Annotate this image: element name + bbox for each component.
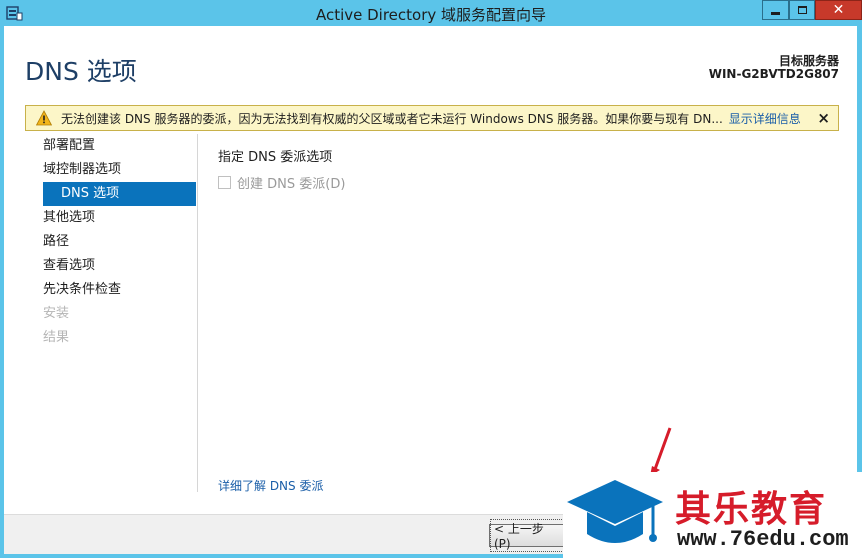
watermark-brand: 其乐教育 xyxy=(675,489,828,530)
nav-item-additional-options[interactable]: 其他选项 xyxy=(43,206,196,230)
show-details-link[interactable]: 显示详细信息 xyxy=(729,110,801,127)
watermark-arrow-icon xyxy=(650,427,672,476)
title-bar: Active Directory 域服务配置向导 ✕ xyxy=(0,0,862,26)
learn-dns-delegation-link[interactable]: 详细了解 DNS 委派 xyxy=(218,477,323,494)
nav-item-deployment-config[interactable]: 部署配置 xyxy=(43,134,196,158)
maximize-icon xyxy=(797,6,807,14)
window-title: Active Directory 域服务配置向导 xyxy=(315,6,547,24)
warning-banner: 无法创建该 DNS 服务器的委派，因为无法找到有权威的父区域或者它未运行 Win… xyxy=(25,105,839,131)
close-icon: ✕ xyxy=(832,2,845,18)
previous-button[interactable]: < 上一步(P) xyxy=(489,519,565,552)
warning-message: 无法创建该 DNS 服务器的委派，因为无法找到有权威的父区域或者它未运行 Win… xyxy=(61,111,723,126)
minimize-icon xyxy=(771,11,780,15)
watermark-url: www.76edu.com xyxy=(677,527,849,552)
previous-button-label: < 上一步(P) xyxy=(490,519,564,552)
dismiss-warning-button[interactable]: × xyxy=(817,109,830,127)
create-dns-delegation-option[interactable]: 创建 DNS 委派(D) xyxy=(218,173,345,192)
page-title: DNS 选项 xyxy=(25,57,137,86)
create-dns-delegation-label[interactable]: 创建 DNS 委派(D) xyxy=(237,173,345,192)
create-dns-delegation-checkbox[interactable] xyxy=(218,176,231,189)
minimize-button[interactable] xyxy=(762,0,789,20)
target-server-name: WIN-G2BVTD2G807 xyxy=(708,67,839,81)
section-heading: 指定 DNS 委派选项 xyxy=(218,150,333,165)
graduation-cap-icon xyxy=(567,480,663,543)
nav-item-installation: 安装 xyxy=(43,306,70,321)
watermark: 其乐教育 www.76edu.com xyxy=(563,472,862,558)
close-window-button[interactable]: ✕ xyxy=(815,0,862,20)
nav-item-review-options[interactable]: 查看选项 xyxy=(43,254,196,278)
nav-item-prerequisites-check[interactable]: 先决条件检查 xyxy=(43,278,196,302)
content-pane: 指定 DNS 委派选项 创建 DNS 委派(D) xyxy=(218,146,345,192)
warning-triangle-icon xyxy=(36,110,52,126)
maximize-button[interactable] xyxy=(789,0,815,20)
wizard-steps-nav: 部署配置 域控制器选项 DNS 选项 其他选项 路径 查看选项 先决条件检查 安… xyxy=(43,134,196,350)
nav-item-dns-options[interactable]: DNS 选项 xyxy=(43,182,196,206)
nav-divider xyxy=(197,134,198,492)
nav-item-paths[interactable]: 路径 xyxy=(43,230,196,254)
nav-item-dc-options[interactable]: 域控制器选项 xyxy=(43,158,196,182)
nav-item-results: 结果 xyxy=(43,330,70,345)
